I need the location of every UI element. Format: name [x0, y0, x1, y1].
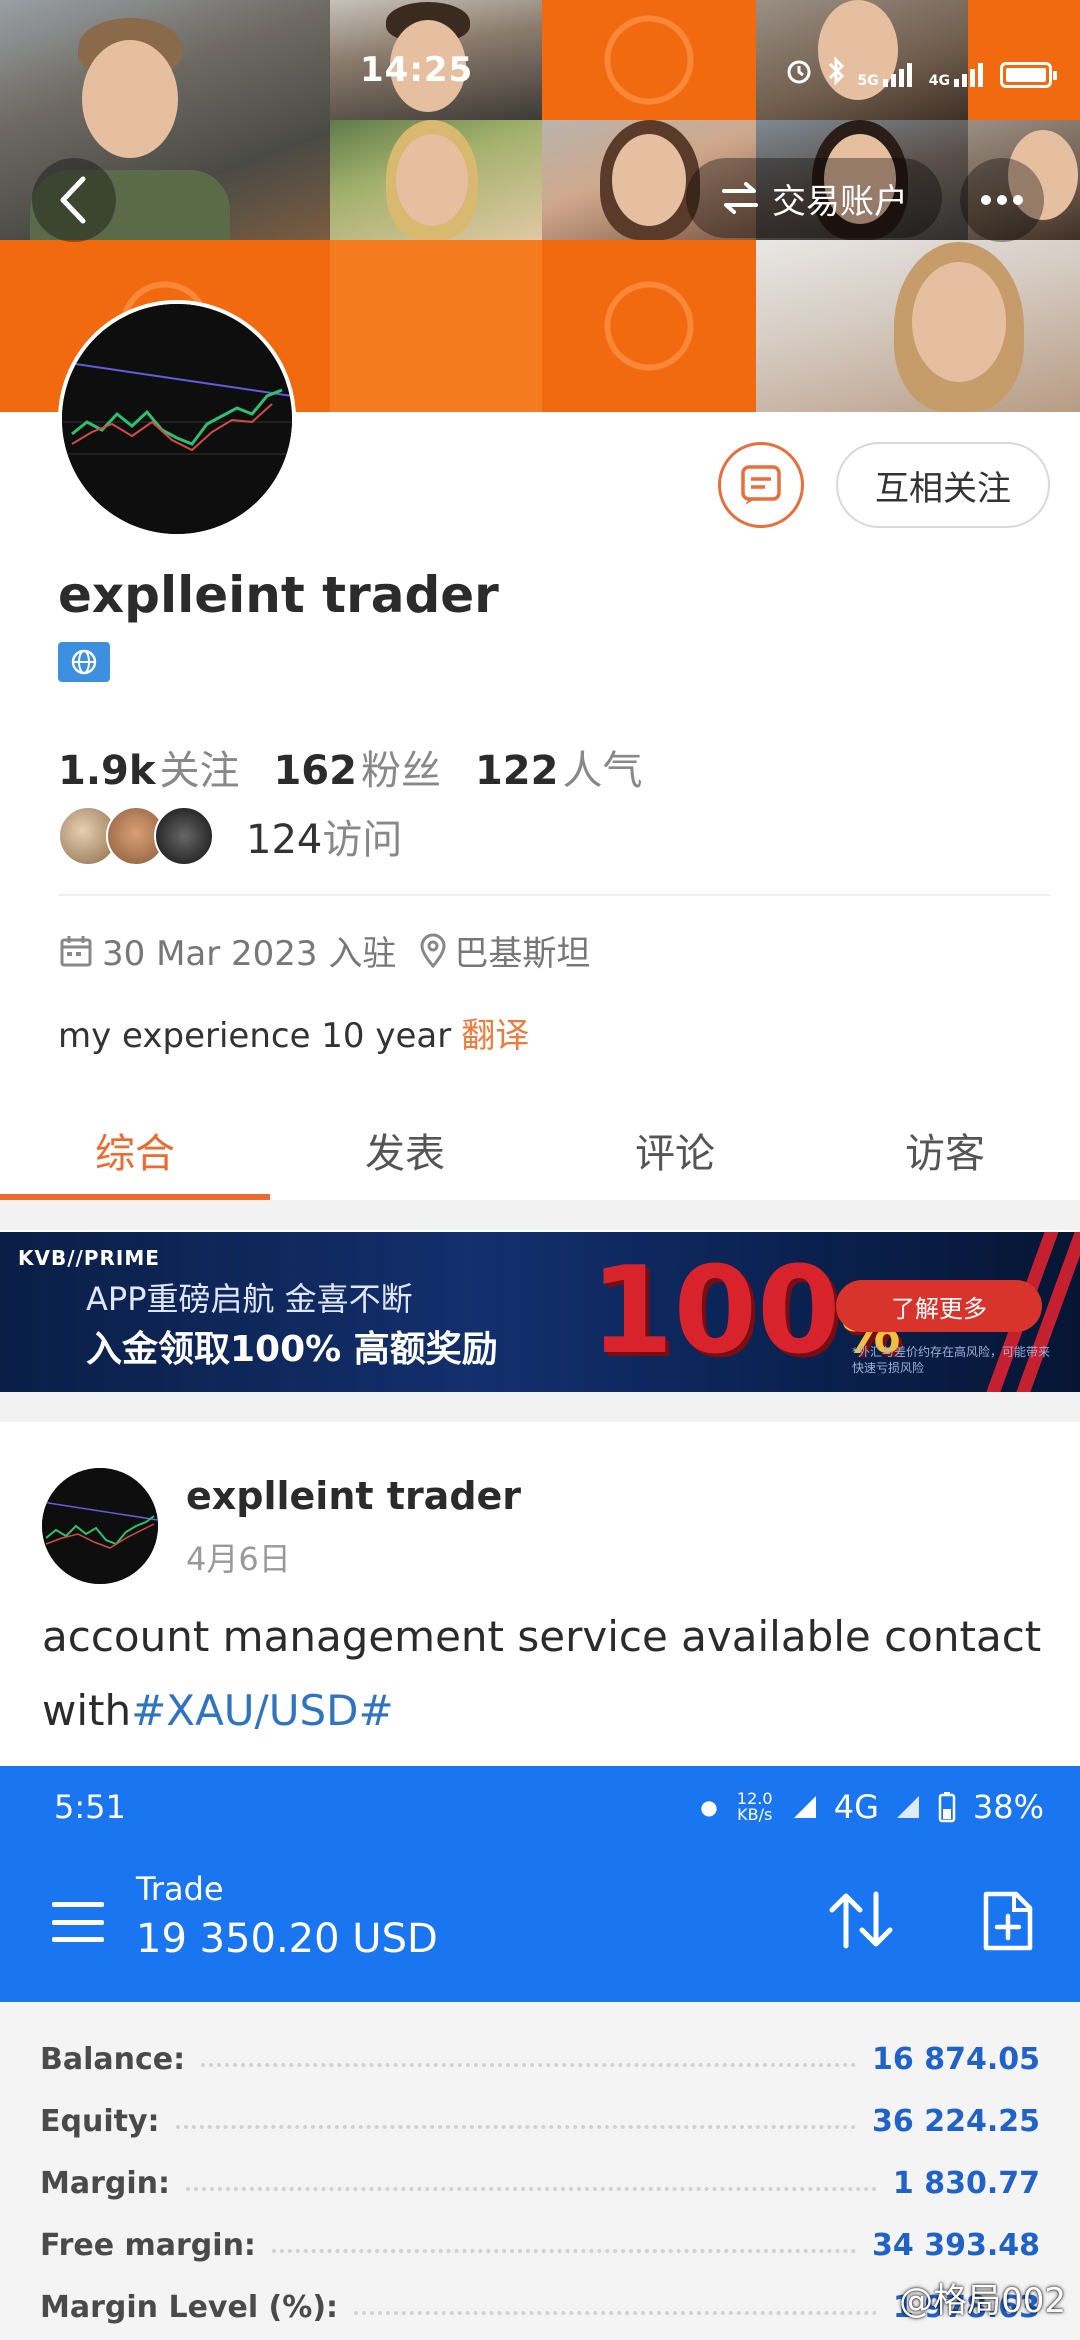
visitors-row[interactable]: 124访问 [58, 806, 402, 866]
alarm-icon [784, 56, 814, 93]
mutual-follow-button[interactable]: 互相关注 [836, 442, 1050, 528]
dot-icon: ● [700, 1795, 718, 1819]
shot-header: 5:51 ● 12.0 KB/s 4G 38% Trade 19 350.20 … [0, 1766, 1080, 2002]
location-pin-icon [420, 933, 446, 968]
calendar-icon [60, 935, 92, 966]
summary-row: Equity: 36 224.25 [40, 2103, 1040, 2139]
profile-bio: my experience 10 year 翻译 [58, 1008, 529, 1057]
shot-amount: 19 350.20 USD [136, 1916, 438, 1962]
shot-network: 4G [833, 1788, 879, 1826]
ad-learn-more-button[interactable]: 了解更多 [836, 1280, 1042, 1332]
message-button[interactable] [718, 442, 804, 528]
profile-stats: 1.9k 关注 162 粉丝 122 人气 [58, 738, 642, 796]
signal-icon [896, 1796, 919, 1818]
shot-title: Trade [136, 1870, 224, 1908]
ad-disclaimer: *外汇与差价约存在高风险，可能带来快速亏损风险 [852, 1345, 1051, 1375]
post-date: 4月6日 [186, 1540, 291, 1578]
banner-pattern [542, 0, 756, 120]
banner-photo [330, 120, 542, 240]
back-button[interactable] [32, 158, 116, 242]
translate-link[interactable]: 翻译 [461, 1016, 529, 1056]
join-date: 30 Mar 2023 入驻 [102, 934, 397, 974]
avatar-chart-image [62, 304, 292, 534]
stat-popularity: 122 人气 [474, 748, 643, 794]
post-image[interactable]: 5:51 ● 12.0 KB/s 4G 38% Trade 19 350.20 … [0, 1766, 1080, 2340]
profile-username: explleint trader [58, 566, 499, 624]
globe-icon [71, 649, 97, 675]
shot-battery: 38% [972, 1788, 1044, 1826]
battery-icon [938, 1792, 956, 1823]
shot-status-icons: ● 12.0 KB/s 4G 38% [700, 1788, 1044, 1826]
trade-account-label: 交易账户 [772, 181, 908, 222]
stat-following[interactable]: 1.9k 关注 [58, 738, 239, 796]
chat-icon [741, 465, 781, 505]
banner-photo [756, 240, 1080, 412]
post-hashtag[interactable]: #XAU/USD# [131, 1686, 394, 1735]
avatar-chart-image [42, 1468, 158, 1584]
signal-4g-icon: 4G [929, 61, 988, 89]
section-separator [0, 1200, 1080, 1230]
shot-net-speed: 12.0 KB/s [736, 1789, 773, 1824]
tab-posts[interactable]: 发表 [270, 1100, 540, 1200]
summary-row: Free margin: 34 393.48 [40, 2227, 1040, 2263]
more-dot [1013, 195, 1023, 205]
hamburger-menu-icon [52, 1902, 104, 1942]
section-separator [0, 1392, 1080, 1422]
summary-row: Balance: 16 874.05 [40, 2041, 1040, 2077]
more-options-button[interactable] [960, 158, 1044, 242]
more-dot [997, 195, 1007, 205]
ad-brand-logo: KVB//PRIME [18, 1246, 160, 1270]
divider [58, 894, 1050, 896]
swap-icon [722, 182, 758, 214]
banner-tile [330, 240, 542, 412]
shot-status-time: 5:51 [54, 1788, 126, 1826]
profile-tabs: 综合 发表 评论 访客 [0, 1100, 1080, 1200]
summary-row: Margin Level (%): 1 978.63 [40, 2289, 1040, 2325]
bluetooth-icon [826, 56, 846, 93]
signal-icon [793, 1796, 816, 1818]
status-icons: 5G 4G [784, 56, 1057, 93]
ad-headline: APP重磅启航 金喜不断 [86, 1280, 413, 1318]
location: 巴基斯坦 [454, 934, 591, 974]
ad-subheadline: 入金领取100% 高额奖励 [86, 1329, 498, 1370]
visit-count: 124访问 [246, 817, 403, 863]
post-author-avatar[interactable] [42, 1468, 158, 1584]
battery-icon [1000, 61, 1057, 88]
tab-comments[interactable]: 评论 [540, 1100, 810, 1200]
post-body: account management service available con… [42, 1600, 1042, 1748]
profile-avatar[interactable] [58, 300, 296, 538]
promo-banner[interactable]: KVB//PRIME APP重磅启航 金喜不断 入金领取100% 高额奖励 10… [0, 1232, 1080, 1392]
banner-pattern [542, 240, 756, 412]
signal-5g-icon: 5G [858, 61, 917, 89]
trade-account-button[interactable]: 交易账户 [686, 158, 942, 238]
watermark: @格局002 [899, 2281, 1066, 2321]
new-order-icon [983, 1891, 1033, 1951]
account-summary: Balance: 16 874.05 Equity: 36 224.25 Margi… [40, 2028, 1040, 2338]
stat-followers[interactable]: 162 粉丝 [273, 738, 441, 796]
profile-meta: 30 Mar 2023 入驻 巴基斯坦 [58, 926, 590, 975]
more-dot [981, 195, 991, 205]
globe-badge [58, 642, 110, 682]
post-author-name[interactable]: explleint trader [186, 1474, 521, 1518]
tab-overview[interactable]: 综合 [0, 1100, 270, 1200]
summary-row: Margin: 1 830.77 [40, 2165, 1040, 2201]
bio-text: my experience 10 year [58, 1016, 452, 1056]
sort-arrows-icon [829, 1891, 893, 1949]
chevron-left-icon [60, 176, 86, 224]
visitor-avatar [154, 806, 214, 866]
status-time: 14:25 [360, 50, 474, 90]
tab-visitors[interactable]: 访客 [810, 1100, 1080, 1200]
